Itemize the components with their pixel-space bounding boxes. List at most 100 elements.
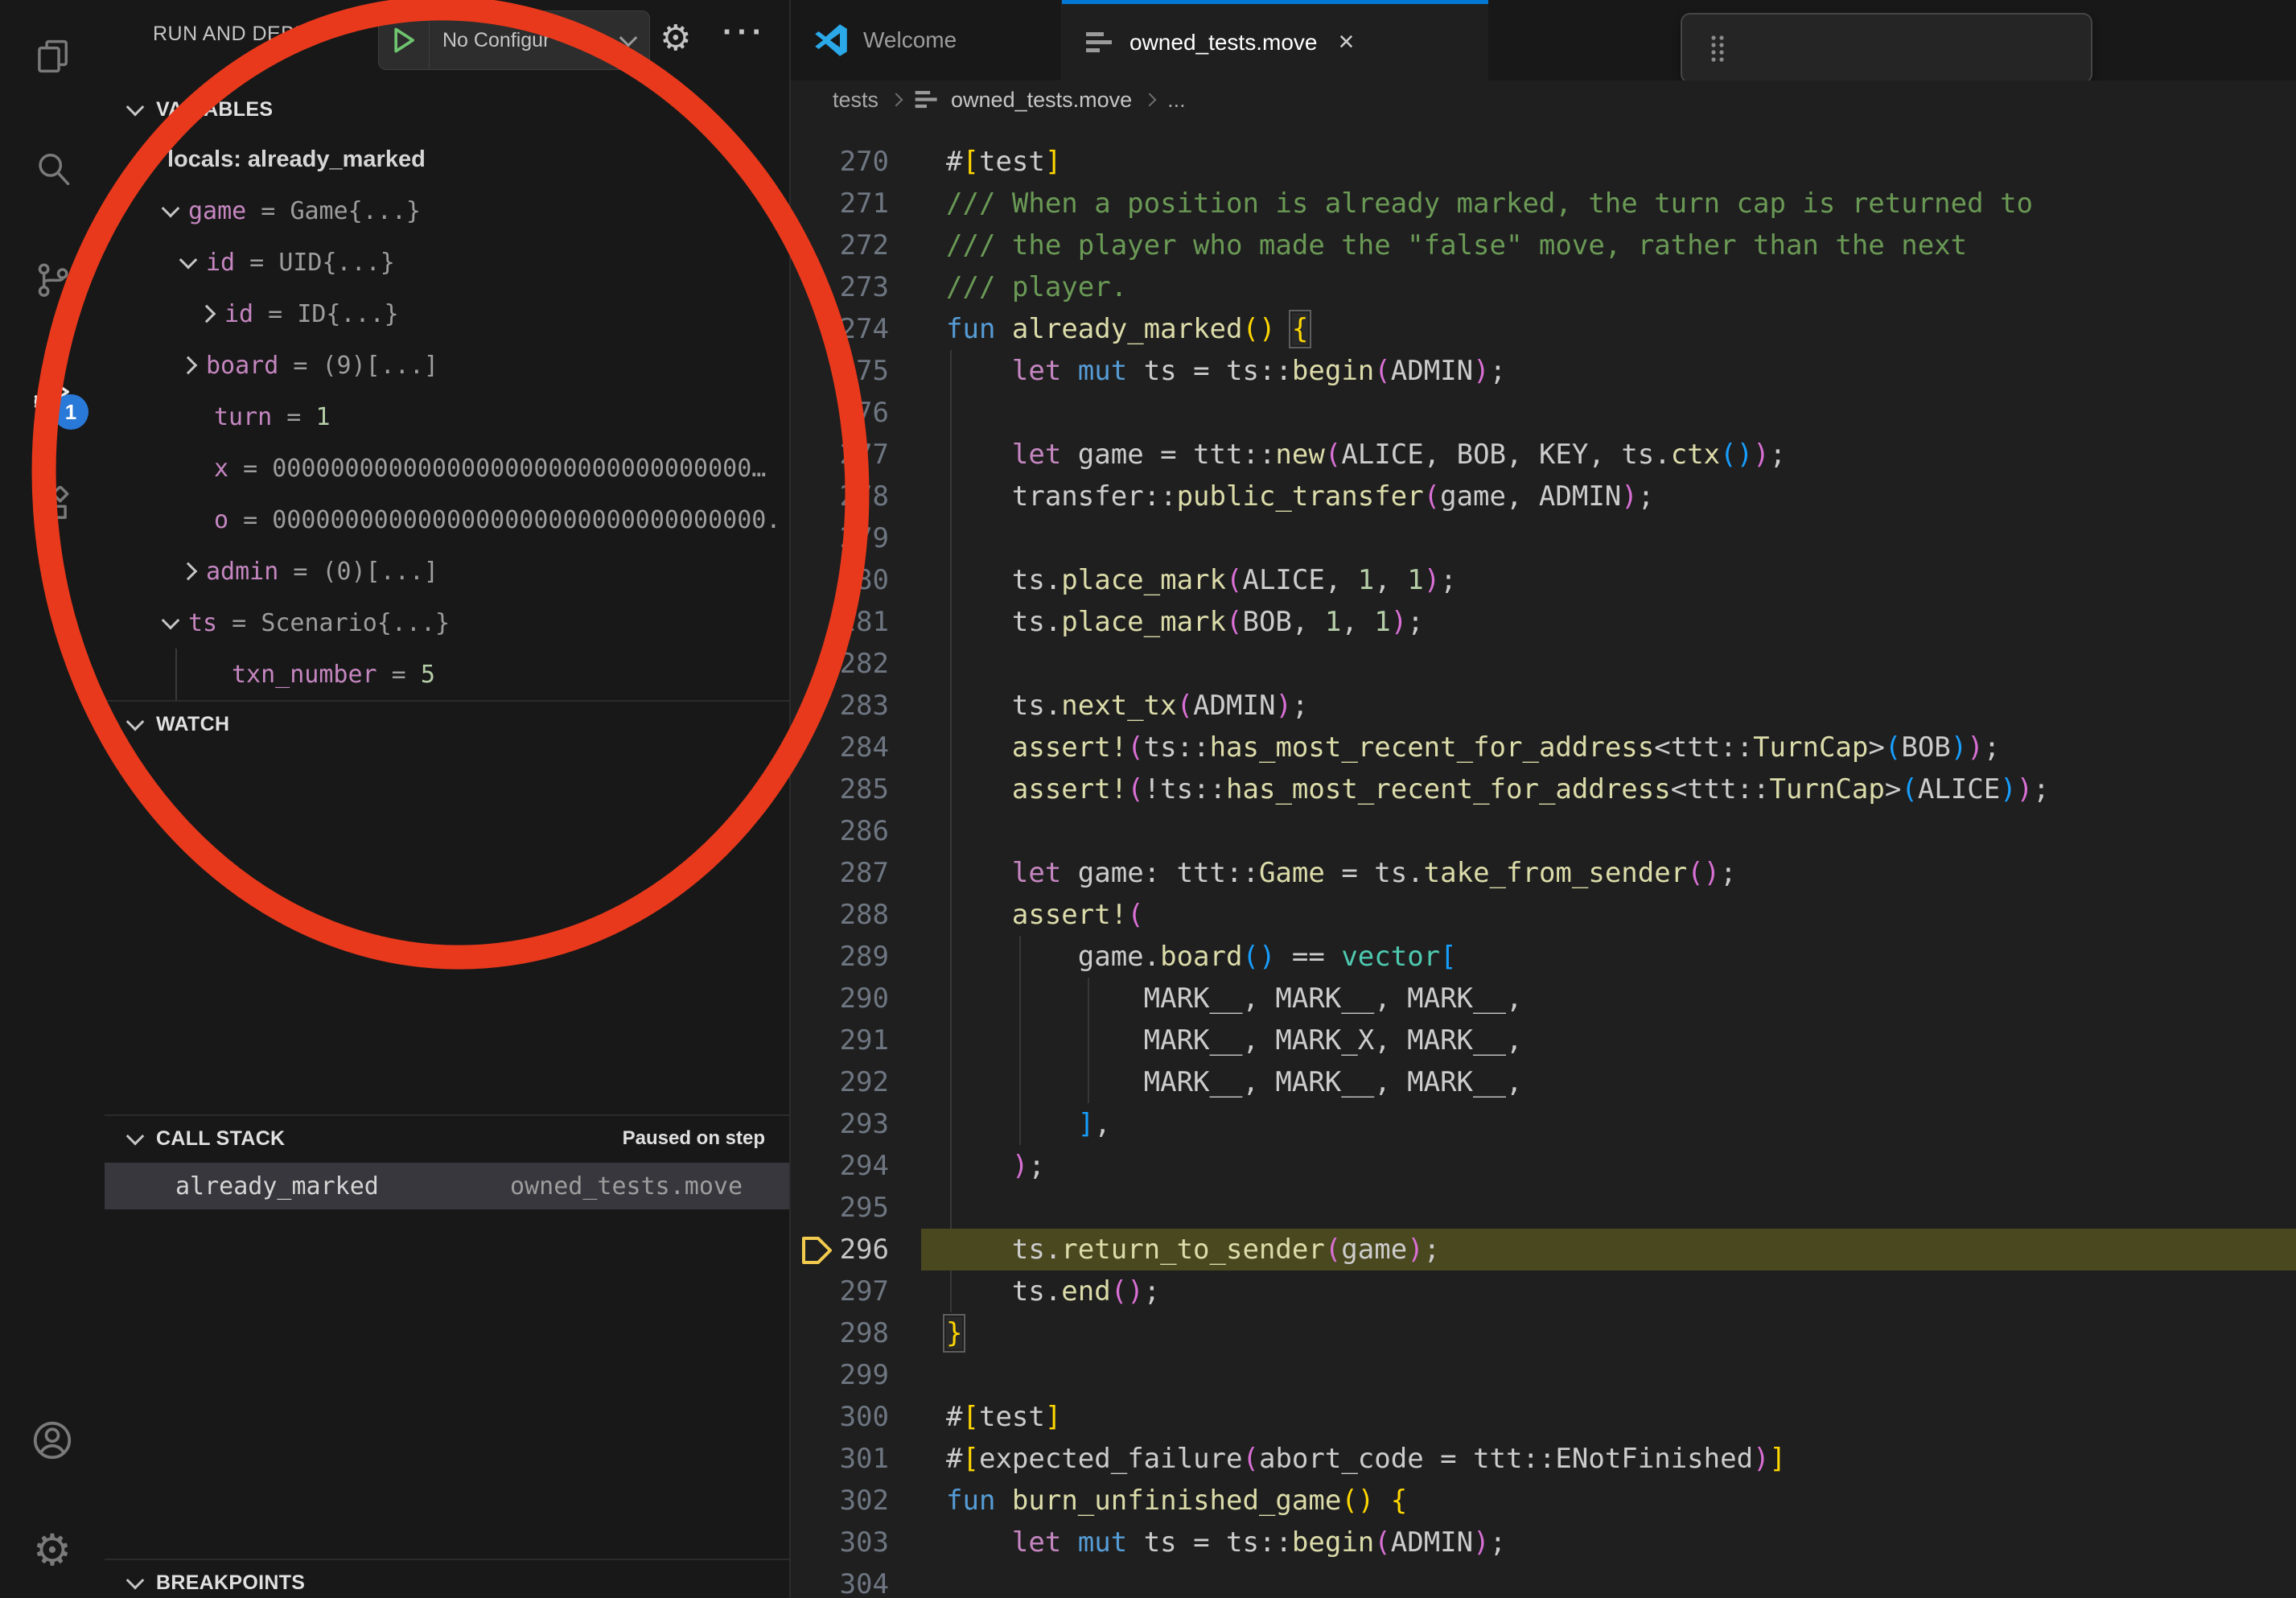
code-line-303[interactable]: 303 let mut ts = ts::begin(ADMIN); <box>791 1522 2296 1563</box>
restart-button[interactable] <box>1977 26 2022 71</box>
step-over-button[interactable] <box>1808 26 1853 71</box>
code-line-292[interactable]: 292 MARK__, MARK__, MARK__, <box>791 1061 2296 1103</box>
code-line-272[interactable]: 272/// the player who made the "false" m… <box>791 224 2296 266</box>
code-line-270[interactable]: 270#[test] <box>791 141 2296 183</box>
line-number[interactable]: 272 <box>791 224 889 266</box>
tab-welcome[interactable]: Welcome <box>791 0 1062 80</box>
variables-scope-row[interactable]: locals: already_marked <box>105 134 789 185</box>
stop-button[interactable] <box>2033 26 2078 71</box>
line-number[interactable]: 301 <box>791 1438 889 1480</box>
variable-row-txn_number[interactable]: txn_number = 5 <box>105 649 789 700</box>
step-out-button[interactable] <box>1920 26 1965 71</box>
search-icon[interactable] <box>0 121 105 217</box>
code-line-271[interactable]: 271/// When a position is already marked… <box>791 183 2296 224</box>
variable-row-admin[interactable]: admin = (0)[...] <box>105 546 789 597</box>
variables-section-header[interactable]: VARIABLES <box>105 87 789 132</box>
breadcrumb-folder[interactable]: tests <box>833 88 878 113</box>
line-number[interactable]: 276 <box>791 392 889 434</box>
line-number[interactable]: 294 <box>791 1145 889 1187</box>
code-line-275[interactable]: 275 let mut ts = ts::begin(ADMIN); <box>791 350 2296 392</box>
line-number[interactable]: 273 <box>791 266 889 308</box>
code-line-287[interactable]: 287 let game: ttt::Game = ts.take_from_s… <box>791 852 2296 894</box>
variable-row-x[interactable]: x = 000000000000000000000000000000000… <box>105 443 789 494</box>
line-number[interactable]: 288 <box>791 894 889 936</box>
code-line-277[interactable]: 277 let game = ttt::new(ALICE, BOB, KEY,… <box>791 434 2296 476</box>
line-number[interactable]: 297 <box>791 1271 889 1312</box>
code-line-300[interactable]: 300#[test] <box>791 1396 2296 1438</box>
breakpoints-section-header[interactable]: BREAKPOINTS <box>105 1560 789 1598</box>
code-line-276[interactable]: 276 <box>791 392 2296 434</box>
variable-row-o[interactable]: o = 0000000000000000000000000000000000. <box>105 494 789 546</box>
line-number[interactable]: 302 <box>791 1480 889 1522</box>
explorer-icon[interactable] <box>0 8 105 105</box>
variable-row-id[interactable]: id = UID{...} <box>105 237 789 288</box>
code-line-293[interactable]: 293 ], <box>791 1103 2296 1145</box>
variable-row-turn[interactable]: turn = 1 <box>105 391 789 443</box>
code-line-285[interactable]: 285 assert!(!ts::has_most_recent_for_add… <box>791 768 2296 810</box>
line-number[interactable]: 304 <box>791 1563 889 1598</box>
code-line-274[interactable]: 274fun already_marked() { <box>791 308 2296 350</box>
code-line-288[interactable]: 288 assert!( <box>791 894 2296 936</box>
code-line-289[interactable]: 289 game.board() == vector[ <box>791 936 2296 978</box>
variable-row-game[interactable]: game = Game{...} <box>105 185 789 237</box>
call-stack-frame[interactable]: already_marked owned_tests.move <box>105 1163 789 1209</box>
code-line-273[interactable]: 273/// player. <box>791 266 2296 308</box>
line-number[interactable]: 274 <box>791 308 889 350</box>
code-line-296[interactable]: 296 ts.return_to_sender(game); <box>791 1229 2296 1271</box>
breadcrumb-more[interactable]: ... <box>1167 88 1186 113</box>
code-line-298[interactable]: 298} <box>791 1312 2296 1354</box>
settings-gear-icon[interactable]: ⚙ <box>0 1502 105 1598</box>
line-number[interactable]: 289 <box>791 936 889 978</box>
source-control-icon[interactable] <box>0 231 105 327</box>
line-number[interactable]: 281 <box>791 601 889 643</box>
variable-row-id[interactable]: id = ID{...} <box>105 288 789 340</box>
continue-button[interactable] <box>1751 26 1796 71</box>
line-number[interactable]: 282 <box>791 643 889 685</box>
line-number[interactable]: 300 <box>791 1396 889 1438</box>
code-line-278[interactable]: 278 transfer::public_transfer(game, ADMI… <box>791 476 2296 517</box>
line-number[interactable]: 278 <box>791 476 889 517</box>
code-line-299[interactable]: 299 <box>791 1354 2296 1396</box>
line-number[interactable]: 286 <box>791 810 889 852</box>
line-number[interactable]: 279 <box>791 517 889 559</box>
variable-row-ts[interactable]: ts = Scenario{...} <box>105 597 789 649</box>
code-line-283[interactable]: 283 ts.next_tx(ADMIN); <box>791 685 2296 727</box>
code-line-294[interactable]: 294 ); <box>791 1145 2296 1187</box>
close-icon[interactable]: × <box>1338 27 1354 58</box>
code-line-282[interactable]: 282 <box>791 643 2296 685</box>
code-line-304[interactable]: 304 <box>791 1563 2296 1598</box>
code-line-301[interactable]: 301#[expected_failure(abort_code = ttt::… <box>791 1438 2296 1480</box>
code-line-280[interactable]: 280 ts.place_mark(ALICE, 1, 1); <box>791 559 2296 601</box>
line-number[interactable]: 296 <box>791 1229 889 1271</box>
line-number[interactable]: 277 <box>791 434 889 476</box>
debug-gear-icon[interactable]: ⚙ <box>660 18 691 59</box>
run-and-debug-icon[interactable] <box>0 344 105 440</box>
line-number[interactable]: 295 <box>791 1187 889 1229</box>
call-stack-section-header[interactable]: CALL STACK Paused on step <box>105 1116 789 1161</box>
code-line-281[interactable]: 281 ts.place_mark(BOB, 1, 1); <box>791 601 2296 643</box>
code-line-295[interactable]: 295 <box>791 1187 2296 1229</box>
line-number[interactable]: 283 <box>791 685 889 727</box>
start-debug-icon[interactable] <box>379 11 430 69</box>
line-number[interactable]: 291 <box>791 1019 889 1061</box>
code-line-284[interactable]: 284 assert!(ts::has_most_recent_for_addr… <box>791 727 2296 768</box>
code-line-286[interactable]: 286 <box>791 810 2296 852</box>
tab-owned-tests[interactable]: owned_tests.move × <box>1062 0 1488 80</box>
line-number[interactable]: 287 <box>791 852 889 894</box>
debug-config-dropdown[interactable]: No Configur <box>378 10 650 70</box>
line-number[interactable]: 299 <box>791 1354 889 1396</box>
variable-row-board[interactable]: board = (9)[...] <box>105 340 789 391</box>
account-icon[interactable] <box>0 1392 105 1489</box>
code-line-297[interactable]: 297 ts.end(); <box>791 1271 2296 1312</box>
line-number[interactable]: 303 <box>791 1522 889 1563</box>
watch-section-header[interactable]: WATCH <box>105 702 789 747</box>
line-number[interactable]: 292 <box>791 1061 889 1103</box>
step-into-button[interactable] <box>1864 26 1909 71</box>
code-line-302[interactable]: 302fun burn_unfinished_game() { <box>791 1480 2296 1522</box>
line-number[interactable]: 285 <box>791 768 889 810</box>
toolbar-drag-grip[interactable] <box>1695 26 1740 71</box>
line-number[interactable]: 270 <box>791 141 889 183</box>
more-actions-icon[interactable]: ··· <box>722 14 767 51</box>
line-number[interactable]: 275 <box>791 350 889 392</box>
line-number[interactable]: 293 <box>791 1103 889 1145</box>
